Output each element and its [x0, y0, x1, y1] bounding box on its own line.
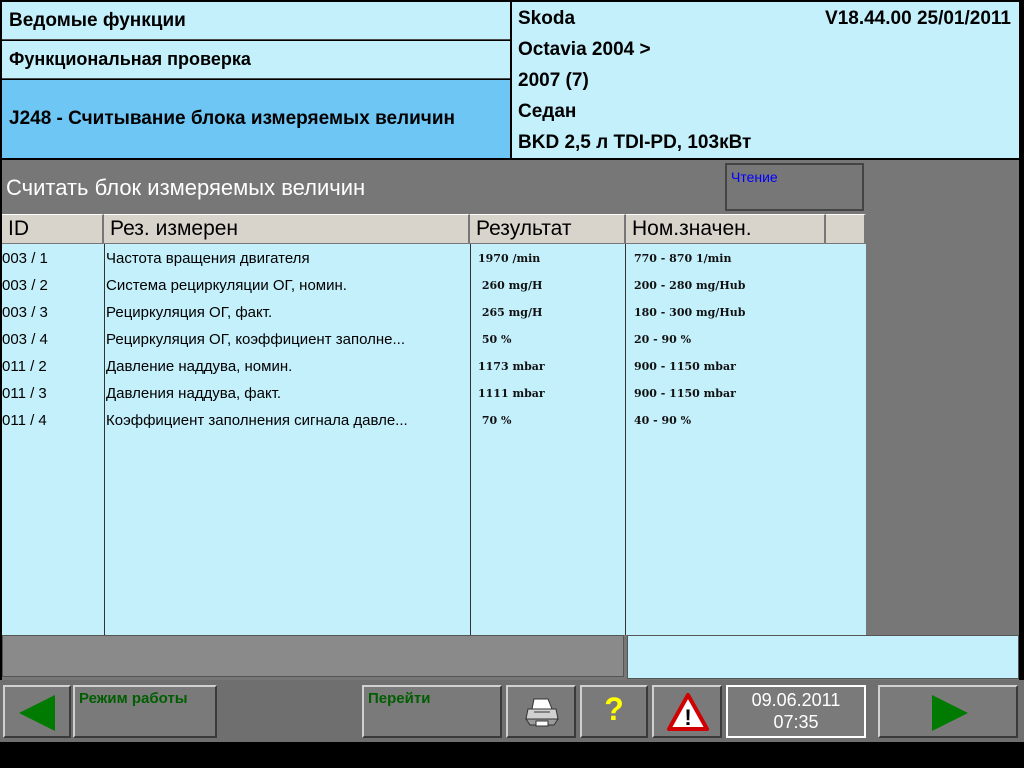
row-name: Рециркуляция ОГ, факт.	[106, 304, 273, 321]
column-header-nominal[interactable]: Ном.значен.	[626, 214, 826, 243]
row-result: 265 mg/H	[478, 306, 543, 319]
back-button[interactable]	[3, 685, 71, 738]
goto-button-label: Перейти	[368, 690, 431, 707]
row-id: 003 / 2	[2, 277, 48, 294]
datetime-display: 09.06.2011 07:35	[726, 685, 866, 738]
row-nominal: 200 - 280 mg/Hub	[634, 279, 746, 292]
row-nominal: 180 - 300 mg/Hub	[634, 306, 746, 319]
breadcrumb-main: Ведомые функции	[2, 2, 510, 40]
row-result: 1970 /min	[478, 252, 541, 265]
mode-button-label: Режим работы	[79, 690, 188, 707]
vehicle-make: Skoda	[518, 8, 576, 29]
row-nominal: 900 - 1150 mbar	[634, 387, 736, 400]
row-id: 003 / 1	[2, 250, 48, 267]
status-bar	[2, 635, 624, 677]
column-header-extra	[826, 214, 866, 243]
warning-icon: !	[667, 693, 709, 731]
page-title: J248 - Считывание блока измеряемых велич…	[2, 80, 510, 158]
read-status-label: Чтение	[731, 169, 778, 185]
column-header-id[interactable]: ID	[2, 214, 104, 243]
row-result: 70 %	[478, 414, 512, 427]
message-area	[627, 635, 1019, 679]
column-name	[105, 244, 471, 635]
vehicle-year: 2007 (7)	[518, 70, 589, 91]
row-id: 003 / 4	[2, 331, 48, 348]
row-name: Давление наддува, номин.	[106, 358, 293, 375]
row-result: 260 mg/H	[478, 279, 543, 292]
vehicle-body: Седан	[518, 101, 577, 122]
row-name: Давления наддува, факт.	[106, 385, 282, 402]
warning-icon-mark: !	[684, 705, 691, 730]
date-text: 09.06.2011	[751, 690, 841, 710]
row-result: 50 %	[478, 333, 512, 346]
software-version: V18.44.00 25/01/2011	[825, 8, 1011, 29]
arrow-left-icon	[19, 695, 55, 731]
time-text: 07:35	[773, 712, 819, 732]
help-button[interactable]: ?	[580, 685, 648, 738]
row-nominal: 770 - 870 1/min	[634, 252, 732, 265]
section-title: Считать блок измеряемых величин	[6, 175, 366, 200]
next-button[interactable]	[878, 685, 1018, 738]
mode-button[interactable]: Режим работы	[73, 685, 217, 738]
row-id: 011 / 3	[2, 385, 47, 402]
column-header-name[interactable]: Рез. измерен	[104, 214, 470, 243]
help-icon: ?	[604, 691, 624, 727]
column-nominal	[626, 244, 866, 635]
column-id	[2, 244, 105, 635]
row-result: 1111 mbar	[478, 387, 545, 400]
goto-button[interactable]: Перейти	[362, 685, 502, 738]
row-nominal: 40 - 90 %	[634, 414, 692, 427]
column-header-result[interactable]: Результат	[470, 214, 626, 243]
breadcrumb-sub: Функциональная проверка	[2, 41, 510, 79]
column-result	[471, 244, 626, 635]
printer-icon	[525, 698, 559, 727]
vehicle-model: Octavia 2004 >	[518, 39, 651, 60]
row-id: 003 / 3	[2, 304, 48, 321]
row-name: Коэффициент заполнения сигнала давле...	[106, 412, 408, 429]
row-result: 1173 mbar	[478, 360, 545, 373]
print-button[interactable]	[506, 685, 576, 738]
row-id: 011 / 4	[2, 412, 47, 429]
row-name: Система рециркуляции ОГ, номин.	[106, 277, 347, 294]
warning-button[interactable]: !	[652, 685, 722, 738]
read-status-box: Чтение	[725, 163, 864, 211]
row-nominal: 20 - 90 %	[634, 333, 692, 346]
arrow-right-icon	[932, 695, 968, 731]
row-nominal: 900 - 1150 mbar	[634, 360, 736, 373]
row-name: Частота вращения двигателя	[106, 250, 310, 267]
row-name: Рециркуляция ОГ, коэффициент заполне...	[106, 331, 405, 348]
row-id: 011 / 2	[2, 358, 47, 375]
vehicle-engine: BKD 2,5 л TDI-PD, 103кВт	[518, 132, 752, 153]
vehicle-info-panel: Skoda V18.44.00 25/01/2011 Octavia 2004 …	[512, 2, 1019, 158]
